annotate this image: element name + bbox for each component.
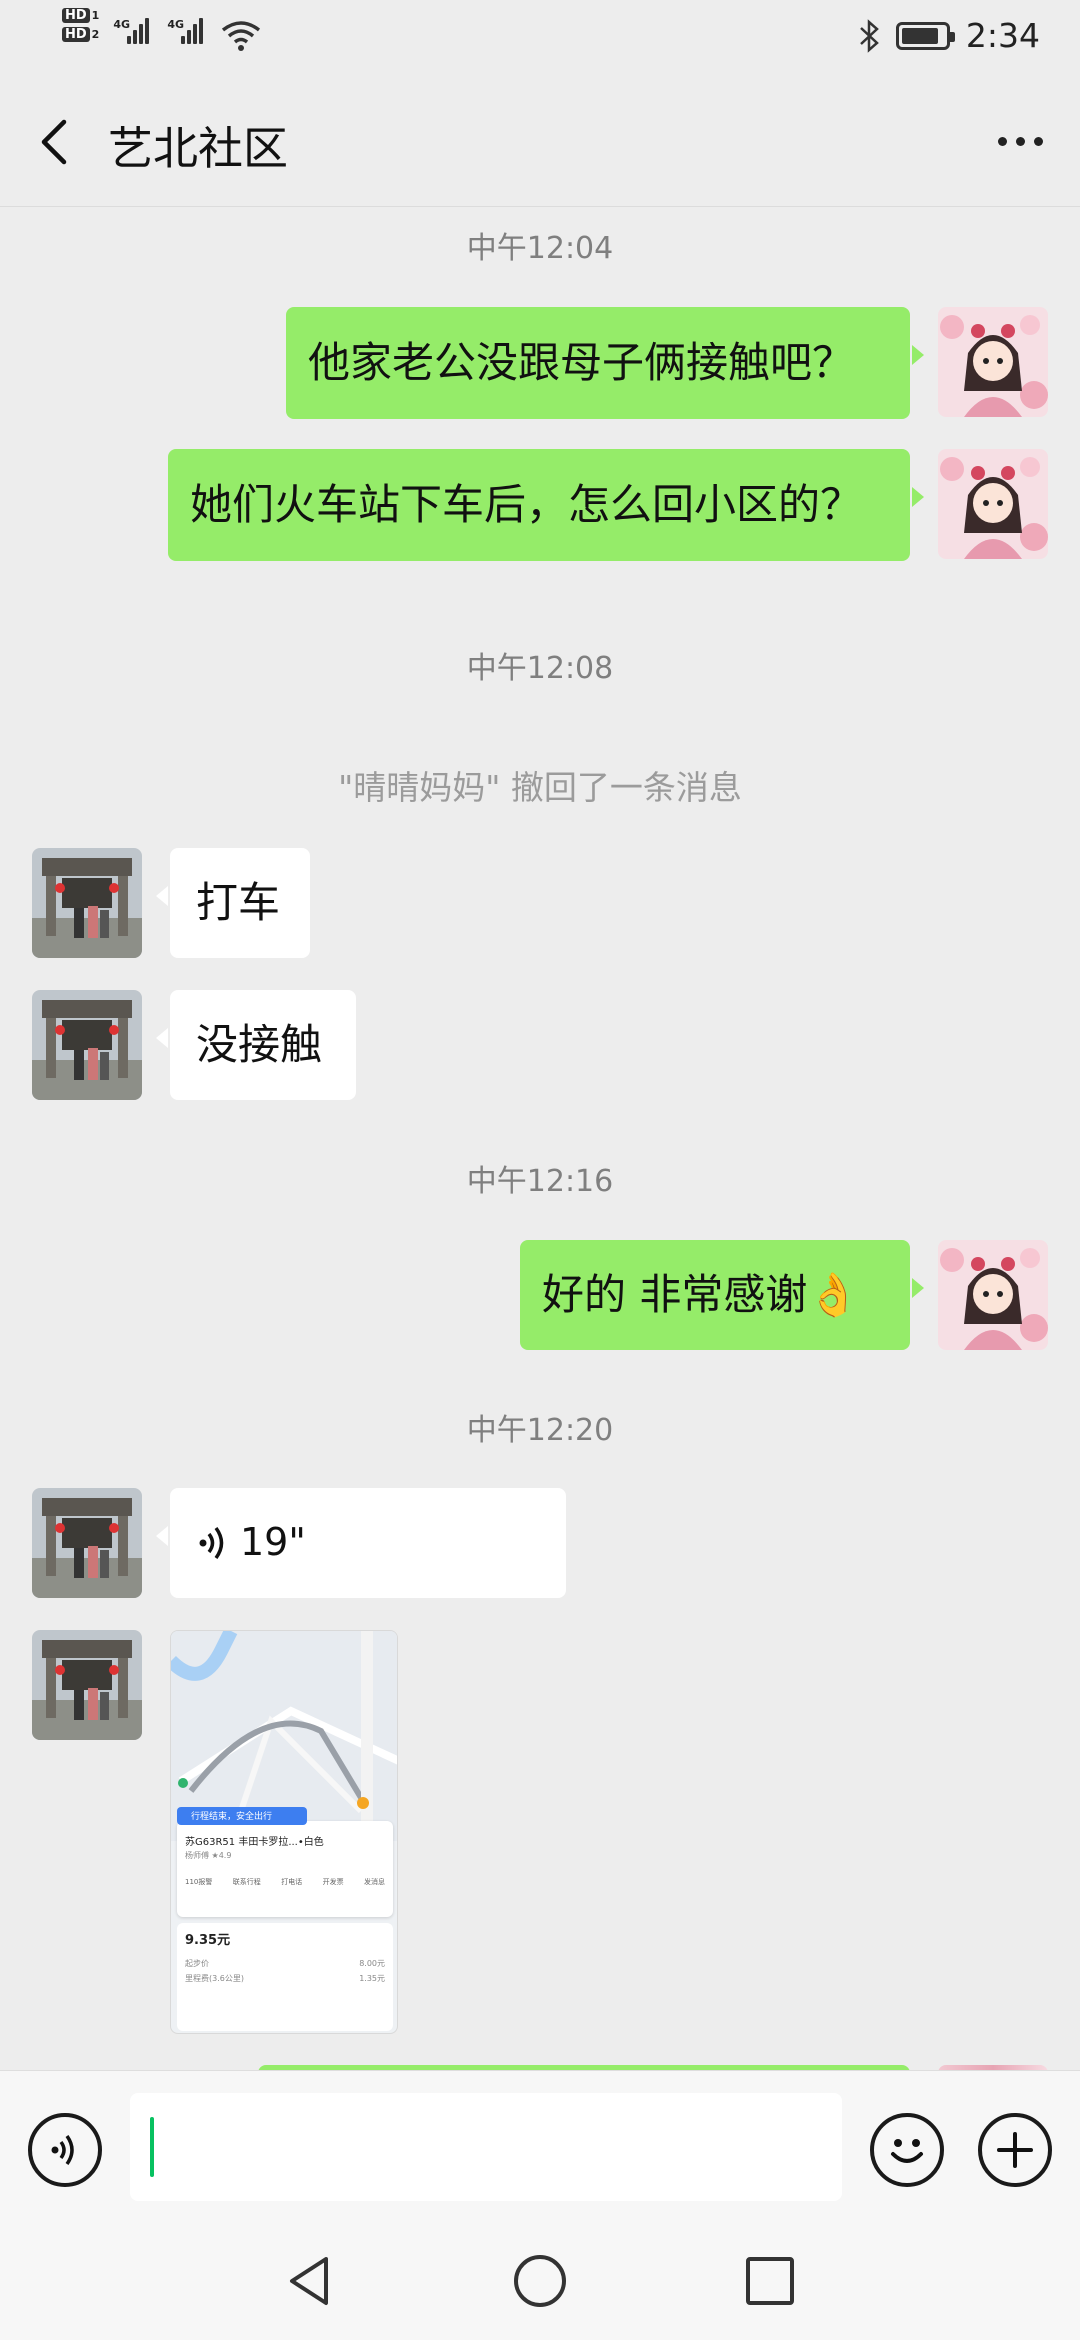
voice-duration: 19"	[240, 1520, 306, 1565]
contact-avatar[interactable]	[32, 1630, 142, 1740]
status-bar: HD 1 HD 2 4G 4G 2:34	[0, 0, 1080, 72]
timestamp: 中午12:20	[466, 1413, 614, 1448]
ride-info-card: 行程结束，安全出行 苏G63R51 丰田卡罗拉...•白色 杨师傅 ★4.9 1…	[177, 1807, 393, 1917]
plus-icon[interactable]	[978, 2113, 1052, 2187]
girl-avatar-icon	[938, 307, 1048, 417]
contact-avatar[interactable]	[32, 990, 142, 1100]
ride-action: 开发票	[322, 1878, 344, 1886]
girl-avatar-icon	[938, 449, 1048, 559]
circle-home-icon[interactable]	[510, 2251, 570, 2311]
hd-indicator-2: HD 2	[62, 27, 99, 42]
battery-icon	[895, 21, 955, 50]
chat-header: 艺北社区	[0, 72, 1080, 207]
gate-photo-avatar-icon	[32, 990, 142, 1100]
hd-indicator-1: HD 1	[62, 8, 99, 23]
timestamp: 中午12:04	[466, 231, 614, 266]
fare-total: 9.35元	[185, 1933, 231, 1948]
message-text: 她们火车站下车后，怎么回小区的？	[190, 479, 863, 529]
contact-avatar[interactable]	[32, 848, 142, 958]
page-title: 艺北社区	[108, 122, 289, 175]
message-text: 他家老公没跟母子俩接触吧？	[308, 337, 855, 387]
ride-action: 110报警	[185, 1878, 213, 1886]
gate-photo-avatar-icon	[32, 848, 142, 958]
incoming-message[interactable]: 没接触	[156, 990, 356, 1100]
fare-row: 里程费(3.6公里) 1.35元	[185, 1974, 385, 1983]
status-right: 2:34	[858, 16, 1040, 55]
message-text: 打车	[196, 877, 281, 927]
my-avatar[interactable]	[938, 1240, 1048, 1350]
message-text: 好的 非常感谢👌	[542, 1269, 860, 1319]
outgoing-message[interactable]: 好的 非常感谢👌	[520, 1240, 924, 1350]
status-left: HD 1 HD 2 4G 4G	[62, 8, 261, 54]
girl-avatar-icon	[938, 1240, 1048, 1350]
emoji-icon[interactable]	[870, 2113, 944, 2187]
system-nav-bar	[0, 2225, 1080, 2340]
fare-details: 9.35元 起步价 8.00元 里程费(3.6公里) 1.35元	[177, 1923, 393, 2031]
clock: 2:34	[965, 16, 1040, 55]
message-text: 没接触	[196, 1019, 323, 1069]
plate-line: 苏G63R51 丰田卡罗拉...•白色	[185, 1837, 324, 1848]
voice-wave-icon	[199, 1526, 224, 1560]
message-input[interactable]	[130, 2093, 842, 2201]
wifi-icon	[222, 21, 261, 51]
fare-row: 起步价 8.00元	[185, 1959, 385, 1968]
contact-avatar[interactable]	[32, 1488, 142, 1598]
outgoing-message[interactable]: 她们火车站下车后，怎么回小区的？	[168, 449, 924, 561]
chevron-left-icon[interactable]	[30, 114, 80, 170]
outgoing-message[interactable]: 他家老公没跟母子俩接触吧？	[286, 307, 924, 419]
triangle-back-icon[interactable]	[280, 2251, 340, 2311]
bluetooth-icon	[860, 18, 879, 53]
voice-mode-icon[interactable]	[28, 2113, 102, 2187]
square-recents-icon[interactable]	[740, 2251, 800, 2311]
ride-action: 打电话	[281, 1878, 303, 1886]
timestamp: 中午12:16	[466, 1164, 614, 1199]
ride-banner: 行程结束，安全出行	[177, 1807, 307, 1825]
my-avatar[interactable]	[938, 307, 1048, 417]
text-caret	[150, 2117, 154, 2177]
input-bar	[0, 2070, 1080, 2225]
hd-indicators: HD 1 HD 2	[62, 8, 99, 42]
incoming-message[interactable]: 打车	[156, 848, 310, 958]
image-message[interactable]: 行程结束，安全出行 苏G63R51 丰田卡罗拉...•白色 杨师傅 ★4.9 1…	[170, 1630, 398, 2034]
more-dots-icon[interactable]	[990, 118, 1050, 164]
battery-fill	[901, 27, 938, 44]
gate-photo-avatar-icon	[32, 1488, 142, 1598]
timestamp: 中午12:08	[466, 651, 614, 686]
ride-action: 联系行程	[232, 1878, 261, 1886]
chat-messages[interactable]: 中午12:04 他家老公没跟母子俩接触吧？ 她们火车站下车后，怎么回小区的？ 中…	[0, 207, 1080, 2070]
my-avatar[interactable]	[938, 449, 1048, 559]
signal-icon-2: 4G	[167, 8, 207, 44]
gate-photo-avatar-icon	[32, 1630, 142, 1740]
recall-notice: "晴晴妈妈" 撤回了一条消息	[338, 768, 742, 807]
ride-actions: 110报警 联系行程 打电话 开发票 发消息	[185, 1877, 385, 1887]
voice-message[interactable]: 19"	[156, 1488, 566, 1598]
driver-line: 杨师傅 ★4.9	[185, 1851, 232, 1860]
signal-icon-1: 4G	[113, 8, 153, 44]
ride-action: 发消息	[364, 1878, 385, 1886]
